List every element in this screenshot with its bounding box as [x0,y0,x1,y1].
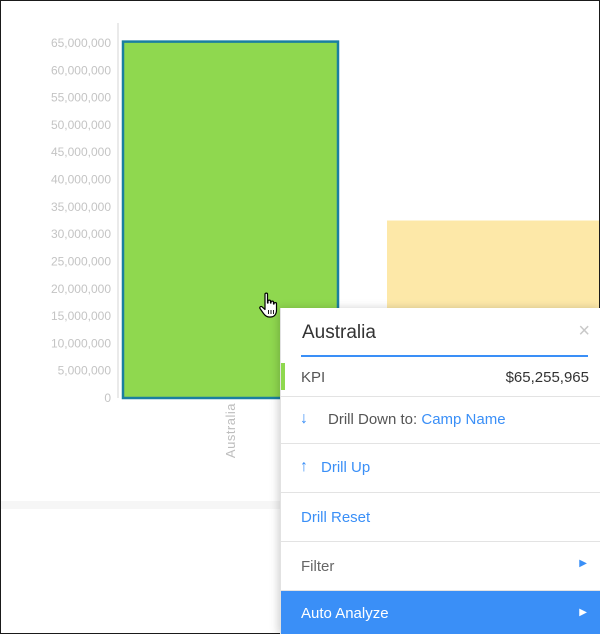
y-tick-label: 50,000,000 [51,118,111,132]
drill-up-button[interactable]: ↑ Drill Up [281,444,600,493]
y-tick-label: 65,000,000 [51,36,111,50]
y-tick-label: 40,000,000 [51,173,111,187]
close-icon[interactable]: × [578,320,590,343]
drill-down-label: Drill Down to: Camp Name [328,411,506,428]
kpi-row: KPI $65,255,965 [281,357,600,397]
drill-reset-label: Drill Reset [301,509,371,526]
y-tick-label: 45,000,000 [51,145,111,159]
x-category-label: Australia [223,403,238,458]
caret-right-icon: ▶ [579,607,587,618]
drill-down-target-link[interactable]: Camp Name [421,411,505,428]
auto-analyze-menu-item[interactable]: Auto Analyze ▶ [281,591,600,634]
auto-analyze-label: Auto Analyze [301,605,389,622]
y-axis-ticks: 0 5,000,000 10,000,000 15,000,000 20,000,000… [51,36,111,405]
filter-label: Filter [301,558,335,575]
arrow-up-icon: ↑ [300,458,308,475]
drill-up-label: Drill Up [321,459,371,476]
y-tick-label: 20,000,000 [51,282,111,296]
drill-reset-button[interactable]: Drill Reset [281,493,600,542]
y-tick-label: 25,000,000 [51,254,111,268]
drill-popup: Australia × KPI $65,255,965 ↓ Drill Down… [280,308,600,634]
kpi-value: $65,255,965 [505,369,589,386]
y-tick-label: 30,000,000 [51,227,111,241]
popup-header: Australia × [301,308,590,357]
arrow-down-icon: ↓ [300,410,308,427]
y-tick-label: 0 [104,391,111,405]
kpi-label: KPI [301,369,326,386]
filter-menu-item[interactable]: Filter ▶ [281,542,600,591]
y-tick-label: 60,000,000 [51,63,111,77]
popup-title: Australia [302,322,376,343]
kpi-accent-bar [281,363,285,390]
caret-right-icon: ▶ [579,558,587,569]
y-tick-label: 5,000,000 [58,364,112,378]
y-tick-label: 10,000,000 [51,336,111,350]
y-tick-label: 35,000,000 [51,200,111,214]
hand-pointer-icon [259,292,278,318]
y-tick-label: 55,000,000 [51,91,111,105]
y-tick-label: 15,000,000 [51,309,111,323]
drill-down-button[interactable]: ↓ Drill Down to: Camp Name [281,396,600,444]
